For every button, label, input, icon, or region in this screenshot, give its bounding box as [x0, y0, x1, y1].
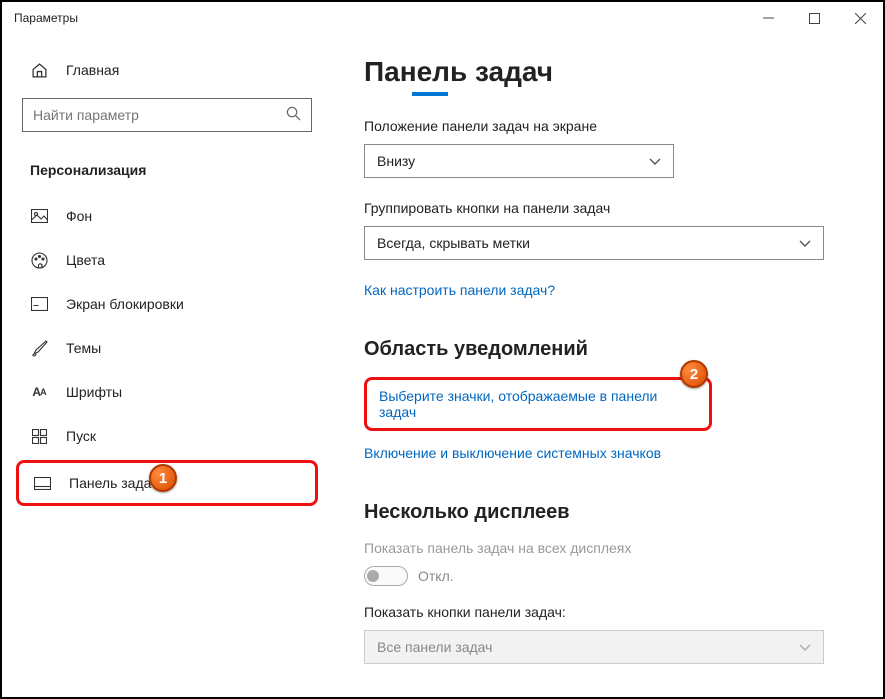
show-buttons-value: Все панели задач [377, 639, 492, 655]
maximize-button[interactable] [791, 2, 837, 34]
window-controls [745, 2, 883, 34]
sidebar-item-label: Экран блокировки [66, 296, 184, 312]
combine-value: Всегда, скрывать метки [377, 235, 530, 251]
combine-dropdown[interactable]: Всегда, скрывать метки [364, 226, 824, 260]
main-content: Панель задач Положение панели задач на э… [332, 34, 883, 697]
window-title: Параметры [14, 11, 78, 25]
sidebar-item-label: Фон [66, 208, 92, 224]
show-buttons-dropdown: Все панели задач [364, 630, 824, 664]
system-icons-link[interactable]: Включение и выключение системных значков [364, 445, 661, 461]
font-icon: AA [30, 383, 48, 401]
annotation-badge-1: 1 [149, 464, 177, 492]
sidebar-item-fonts[interactable]: AA Шрифты [16, 372, 318, 412]
sidebar-item-start[interactable]: Пуск [16, 416, 318, 456]
sidebar-item-background[interactable]: Фон [16, 196, 318, 236]
taskbar-icon [33, 474, 51, 492]
toggle-state: Откл. [418, 568, 454, 584]
close-button[interactable] [837, 2, 883, 34]
sidebar-item-label: Панель задач [69, 475, 158, 491]
show-all-toggle [364, 566, 408, 586]
notification-area-title: Область уведомлений [364, 338, 853, 361]
position-value: Внизу [377, 153, 415, 169]
sidebar-item-colors[interactable]: Цвета [16, 240, 318, 280]
chevron-down-icon [799, 639, 811, 655]
sidebar-item-label: Шрифты [66, 384, 122, 400]
search-input[interactable] [22, 98, 312, 132]
annotation-badge-2: 2 [680, 360, 708, 388]
sidebar-home[interactable]: Главная [16, 50, 318, 90]
palette-icon [30, 251, 48, 269]
minimize-button[interactable] [745, 2, 791, 34]
position-label: Положение панели задач на экране [364, 118, 853, 134]
brush-icon [30, 339, 48, 357]
search-field[interactable] [33, 107, 286, 123]
sidebar-item-label: Пуск [66, 428, 96, 444]
sidebar-section: Персонализация [16, 150, 318, 190]
show-all-label: Показать панель задач на всех дисплеях [364, 540, 853, 556]
chevron-down-icon [649, 153, 661, 169]
sidebar: Главная Персонализация Фон Цвета Экран б… [2, 34, 332, 697]
position-dropdown[interactable]: Внизу [364, 144, 674, 178]
home-icon [30, 61, 48, 79]
accent-bar [412, 92, 448, 96]
show-buttons-label: Показать кнопки панели задач: [364, 604, 853, 620]
sidebar-item-label: Темы [66, 340, 101, 356]
chevron-down-icon [799, 235, 811, 251]
combine-label: Группировать кнопки на панели задач [364, 200, 853, 216]
sidebar-item-themes[interactable]: Темы [16, 328, 318, 368]
picture-icon [30, 207, 48, 225]
show-all-toggle-row: Откл. [364, 566, 853, 586]
page-title: Панель задач [364, 56, 853, 88]
multi-displays-title: Несколько дисплеев [364, 501, 853, 524]
lockscreen-icon [30, 295, 48, 313]
howto-link[interactable]: Как настроить панели задач? [364, 282, 555, 298]
sidebar-item-lockscreen[interactable]: Экран блокировки [16, 284, 318, 324]
sidebar-home-label: Главная [66, 62, 119, 78]
toggle-knob [367, 570, 379, 582]
select-icons-link[interactable]: Выберите значки, отображаемые в панели з… [379, 388, 697, 420]
search-icon [286, 106, 301, 124]
sidebar-section-label: Персонализация [30, 162, 146, 178]
sidebar-item-label: Цвета [66, 252, 105, 268]
highlight-select-icons: Выберите значки, отображаемые в панели з… [364, 377, 712, 431]
start-icon [30, 427, 48, 445]
